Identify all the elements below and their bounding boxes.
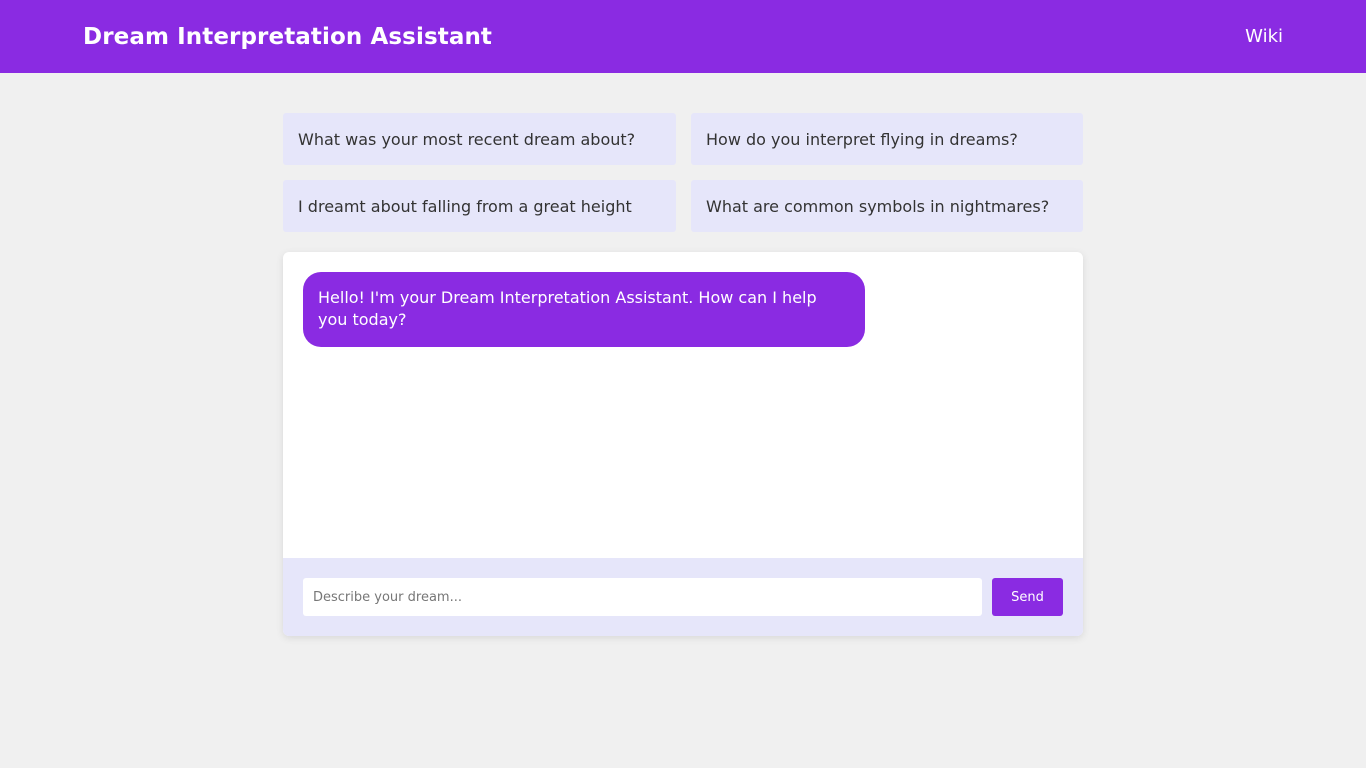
app-title: Dream Interpretation Assistant — [83, 23, 493, 50]
message-list[interactable]: Hello! I'm your Dream Interpretation Ass… — [283, 252, 1083, 558]
app-header: Dream Interpretation Assistant Wiki — [0, 0, 1366, 73]
wiki-link[interactable]: Wiki — [1245, 26, 1283, 47]
dream-input[interactable] — [303, 578, 982, 616]
suggestion-nightmare-symbols[interactable]: What are common symbols in nightmares? — [691, 180, 1083, 232]
send-button[interactable]: Send — [992, 578, 1063, 616]
bot-message: Hello! I'm your Dream Interpretation Ass… — [303, 272, 865, 347]
main-content: What was your most recent dream about? H… — [283, 113, 1083, 636]
suggestion-flying-dreams[interactable]: How do you interpret flying in dreams? — [691, 113, 1083, 165]
chat-input-bar: Send — [283, 558, 1083, 636]
chat-panel: Hello! I'm your Dream Interpretation Ass… — [283, 252, 1083, 636]
suggestion-recent-dream[interactable]: What was your most recent dream about? — [283, 113, 676, 165]
suggestion-falling-dream[interactable]: I dreamt about falling from a great heig… — [283, 180, 676, 232]
suggestion-grid: What was your most recent dream about? H… — [283, 113, 1083, 232]
